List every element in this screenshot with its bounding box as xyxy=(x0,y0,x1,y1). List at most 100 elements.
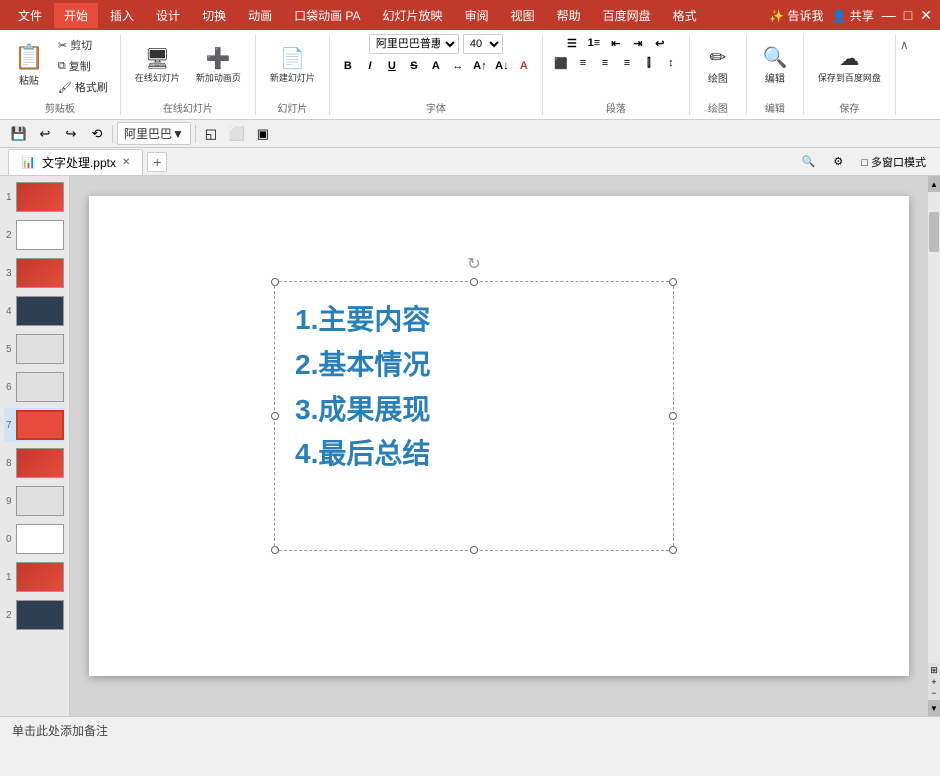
menu-baidudisk[interactable]: 百度网盘 xyxy=(593,3,661,28)
slide-preview-11 xyxy=(16,562,64,592)
redo-button[interactable]: ↪ xyxy=(60,123,82,145)
font-name-quick[interactable]: 阿里巴巴▼ xyxy=(117,122,191,145)
menu-format[interactable]: 格式 xyxy=(663,3,707,28)
bold-button[interactable]: B xyxy=(338,57,358,75)
slide-preview-6 xyxy=(16,372,64,402)
vertical-scrollbar[interactable]: ▲ ⊞ + − ▼ xyxy=(928,176,940,716)
format-painter-button[interactable]: 🖌 格式刷 xyxy=(54,77,112,97)
menu-pocketanim[interactable]: 口袋动画 PA xyxy=(284,3,370,28)
menu-file[interactable]: 文件 xyxy=(8,3,52,28)
slide-canvas[interactable]: ↻ 1.主要内容 2.基本情况 3.成果展现 4.最后总结 xyxy=(89,196,909,676)
menu-view[interactable]: 视图 xyxy=(501,3,545,28)
slide-thumb-2[interactable]: 2 xyxy=(4,218,65,252)
paste-button[interactable]: 📋 粘贴 xyxy=(8,42,50,91)
cut-button[interactable]: ✂ 剪切 xyxy=(54,35,112,55)
rtl-button[interactable]: ↩ xyxy=(650,34,670,52)
align-center-button[interactable]: ≡ xyxy=(573,54,593,72)
undo-button[interactable]: ↩ xyxy=(34,123,56,145)
font-spacing-button[interactable]: ↔ xyxy=(448,57,468,75)
new-slide-button[interactable]: 📄 新建幻灯片 xyxy=(264,45,321,88)
search-tab-button[interactable]: 🔍 xyxy=(796,153,822,170)
slide-thumb-9[interactable]: 9 xyxy=(4,484,65,518)
notes-placeholder[interactable]: 单击此处添加备注 xyxy=(12,722,108,739)
text-direction-button[interactable]: ↕ xyxy=(661,54,681,72)
new-tab-button[interactable]: + xyxy=(147,152,167,172)
zoom-out-button[interactable]: − xyxy=(931,688,936,698)
tell-me-button[interactable]: ✨ 告诉我 xyxy=(769,7,823,24)
zoom-fit-button[interactable]: ⊞ xyxy=(930,665,938,676)
list-button[interactable]: ☰ xyxy=(562,34,582,52)
view-mode-button1[interactable]: ◱ xyxy=(200,123,222,145)
handle-middle-right[interactable] xyxy=(669,412,677,420)
view-mode-button2[interactable]: ⬜ xyxy=(226,123,248,145)
slide-thumb-10[interactable]: 0 xyxy=(4,522,65,556)
font-size-increase-button[interactable]: A↑ xyxy=(470,57,490,75)
text-box-selected[interactable]: ↻ 1.主要内容 2.基本情况 3.成果展现 4.最后总结 xyxy=(274,281,674,551)
menu-animation[interactable]: 动画 xyxy=(238,3,282,28)
minimize-button[interactable]: — xyxy=(882,7,896,23)
handle-middle-left[interactable] xyxy=(271,412,279,420)
close-button[interactable]: ✕ xyxy=(920,7,932,24)
menu-insert[interactable]: 插入 xyxy=(100,3,144,28)
menu-transition[interactable]: 切换 xyxy=(192,3,236,28)
slide-thumb-4[interactable]: 4 xyxy=(4,294,65,328)
italic-button[interactable]: I xyxy=(360,57,380,75)
collapse-ribbon-button[interactable]: ∧ xyxy=(900,38,909,52)
font-size-select[interactable]: 40 xyxy=(463,34,503,54)
slide-thumb-6[interactable]: 6 xyxy=(4,370,65,404)
doc-tab-close[interactable]: ✕ xyxy=(122,157,130,168)
indent-decrease-button[interactable]: ⇤ xyxy=(606,34,626,52)
slide-thumb-5[interactable]: 5 xyxy=(4,332,65,366)
scroll-up-button[interactable]: ▲ xyxy=(928,176,940,192)
justify-button[interactable]: ≡ xyxy=(617,54,637,72)
paragraph-label: 段落 xyxy=(606,98,626,115)
strikethrough-button[interactable]: S xyxy=(404,57,424,75)
draw-button[interactable]: ✏ 绘图 xyxy=(698,44,738,89)
online-slides-button[interactable]: 🖥 在线幻灯片 xyxy=(129,45,186,88)
share-button[interactable]: 👤 共享 xyxy=(832,7,874,24)
underline-button[interactable]: U xyxy=(382,57,402,75)
menu-home[interactable]: 开始 xyxy=(54,3,98,28)
font-size-decrease-button[interactable]: A↓ xyxy=(492,57,512,75)
slide-thumb-8[interactable]: 8 xyxy=(4,446,65,480)
menu-review[interactable]: 审阅 xyxy=(455,3,499,28)
columns-button[interactable]: ⫿ xyxy=(639,54,659,72)
slide-thumb-3[interactable]: 3 xyxy=(4,256,65,290)
slide-thumb-1[interactable]: 1 xyxy=(4,180,65,214)
numbered-list-button[interactable]: 1≡ xyxy=(584,34,604,52)
text-shadow-button[interactable]: A xyxy=(426,57,446,75)
settings-tab-button[interactable]: ⚙ xyxy=(827,153,849,170)
slide-thumb-12[interactable]: 2 xyxy=(4,598,65,632)
font-family-select[interactable]: 阿里巴巴普惠体 B xyxy=(369,34,459,54)
doc-tab-pptx[interactable]: 📊 文字处理.pptx ✕ xyxy=(8,149,143,175)
menu-slideshow[interactable]: 幻灯片放映 xyxy=(373,3,453,28)
align-right-button[interactable]: ≡ xyxy=(595,54,615,72)
save-quick-button[interactable]: 💾 xyxy=(8,123,30,145)
slide-thumb-11[interactable]: 1 xyxy=(4,560,65,594)
menu-help[interactable]: 帮助 xyxy=(547,3,591,28)
handle-top-right[interactable] xyxy=(669,278,677,286)
scroll-track[interactable] xyxy=(928,192,940,663)
handle-bottom-left[interactable] xyxy=(271,546,279,554)
handle-bottom-right[interactable] xyxy=(669,546,677,554)
copy-button[interactable]: ⧉ 复制 xyxy=(54,56,112,76)
zoom-in-button[interactable]: + xyxy=(931,677,936,687)
handle-top-middle[interactable] xyxy=(470,278,478,286)
maximize-button[interactable]: □ xyxy=(904,7,912,23)
font-color-button[interactable]: A xyxy=(514,57,534,75)
handle-bottom-middle[interactable] xyxy=(470,546,478,554)
slide-thumb-7[interactable]: 7 xyxy=(4,408,65,442)
handle-top-left[interactable] xyxy=(271,278,279,286)
refresh-button[interactable]: ⟲ xyxy=(86,123,108,145)
edit-button[interactable]: 🔍 编辑 xyxy=(755,44,795,89)
align-left-button[interactable]: ⬛ xyxy=(551,54,571,72)
add-animation-button[interactable]: ➕ 新加动画页 xyxy=(190,45,247,88)
view-mode-button3[interactable]: ▣ xyxy=(252,123,274,145)
rotate-handle[interactable]: ↻ xyxy=(466,254,482,270)
indent-increase-button[interactable]: ⇥ xyxy=(628,34,648,52)
scroll-thumb[interactable] xyxy=(929,212,939,252)
multiwindow-button[interactable]: □ 多窗口模式 xyxy=(855,152,932,172)
scroll-down-button[interactable]: ▼ xyxy=(928,700,940,716)
save-to-cloud-button[interactable]: ☁ 保存到百度网盘 xyxy=(812,45,887,88)
menu-design[interactable]: 设计 xyxy=(146,3,190,28)
